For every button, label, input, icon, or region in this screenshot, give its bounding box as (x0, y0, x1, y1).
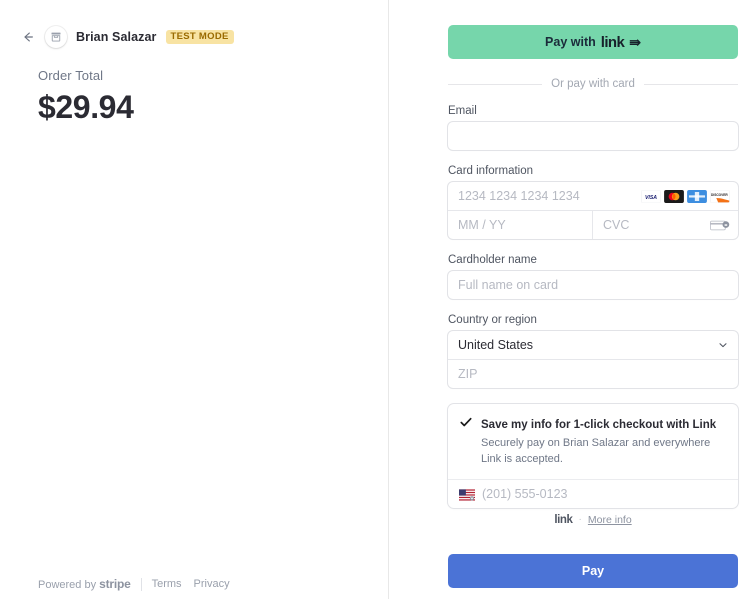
country-region-group: Country or region United States (448, 314, 738, 388)
save-info-row[interactable]: Save my info for 1-click checkout with L… (448, 404, 738, 480)
country-select[interactable]: United States (448, 331, 738, 359)
more-info-link[interactable]: More info (588, 514, 632, 526)
email-input[interactable] (448, 122, 738, 150)
mastercard-icon (664, 189, 684, 203)
terms-link[interactable]: Terms (152, 578, 182, 590)
email-input-shell (448, 122, 738, 150)
card-number-input[interactable] (448, 182, 641, 210)
order-summary-panel: Brian Salazar TEST MODE Order Total $29.… (0, 0, 389, 599)
order-total-amount: $29.94 (38, 89, 134, 125)
phone-row (448, 480, 738, 508)
pay-with-link-button[interactable]: Pay with link ⇛ (448, 25, 738, 59)
svg-text:DISCOVER: DISCOVER (711, 192, 728, 196)
dot-separator: · (578, 514, 582, 526)
merchant-name: Brian Salazar (76, 30, 157, 44)
zip-input[interactable] (448, 360, 738, 388)
stripe-logo: stripe (99, 577, 131, 591)
cardholder-name-label: Cardholder name (448, 254, 537, 266)
link-meta-row: link · More info (448, 514, 738, 526)
country-region-label: Country or region (448, 314, 537, 326)
discover-icon: DISCOVER (710, 189, 730, 203)
save-info-title: Save my info for 1-click checkout with L… (481, 419, 717, 431)
phone-input[interactable] (482, 486, 727, 501)
email-label: Email (448, 105, 477, 117)
card-input-shell: VISA (448, 182, 738, 239)
powered-by-text: Powered by (38, 579, 97, 591)
merchant-header: Brian Salazar TEST MODE (20, 26, 234, 48)
pay-with-link-label: Pay with (545, 35, 596, 49)
payment-form-panel: Pay with link ⇛ Or pay with card Email C… (389, 0, 750, 599)
checkout-page: Brian Salazar TEST MODE Order Total $29.… (0, 0, 750, 599)
card-expiry-cell (448, 211, 593, 239)
amex-icon (687, 189, 707, 203)
card-information-label: Card information (448, 165, 534, 177)
save-info-subtitle: Securely pay on Brian Salazar and everyw… (481, 437, 711, 465)
card-expiry-cvc-row (448, 211, 738, 239)
email-field-group: Email (448, 105, 738, 150)
link-logo-small: link (554, 513, 573, 526)
privacy-link[interactable]: Privacy (194, 578, 230, 590)
order-total-label: Order Total (38, 68, 104, 83)
card-expiry-input[interactable] (448, 211, 592, 239)
card-information-group: Card information VISA (448, 165, 738, 239)
save-info-texts: Save my info for 1-click checkout with L… (481, 415, 727, 468)
country-input-shell: United States (448, 331, 738, 388)
left-footer: Powered by stripe Terms Privacy (38, 577, 230, 591)
card-cvc-icon (710, 219, 738, 232)
visa-icon: VISA (641, 189, 661, 203)
or-divider: Or pay with card (448, 78, 738, 90)
us-flag-icon[interactable] (459, 488, 475, 501)
cardholder-name-group: Cardholder name (448, 254, 738, 299)
back-arrow-icon[interactable] (20, 29, 36, 45)
card-cvc-input[interactable] (593, 211, 710, 239)
order-total-block: Order Total $29.94 (38, 68, 134, 127)
or-divider-label: Or pay with card (551, 78, 635, 90)
powered-by-stripe[interactable]: Powered by stripe (38, 577, 131, 591)
svg-text:VISA: VISA (645, 194, 657, 200)
store-icon (45, 26, 67, 48)
country-select-row: United States (448, 331, 738, 360)
card-number-row: VISA (448, 182, 738, 211)
card-brand-icons: VISA DISCOVER (641, 189, 738, 203)
pay-button[interactable]: Pay (448, 553, 738, 588)
arrow-right-icon: ⇛ (629, 34, 641, 50)
card-cvc-cell (593, 211, 738, 239)
cardholder-name-input[interactable] (448, 271, 738, 299)
status-badge: TEST MODE (165, 29, 234, 45)
payment-form: Pay with link ⇛ Or pay with card Email C… (448, 25, 738, 599)
checkmark-icon[interactable] (459, 415, 473, 429)
cardholder-input-shell (448, 271, 738, 299)
link-logo: link (600, 33, 625, 51)
footer-divider (140, 577, 142, 591)
footer-links: Terms Privacy (152, 578, 230, 590)
save-info-link-box: Save my info for 1-click checkout with L… (448, 404, 738, 508)
